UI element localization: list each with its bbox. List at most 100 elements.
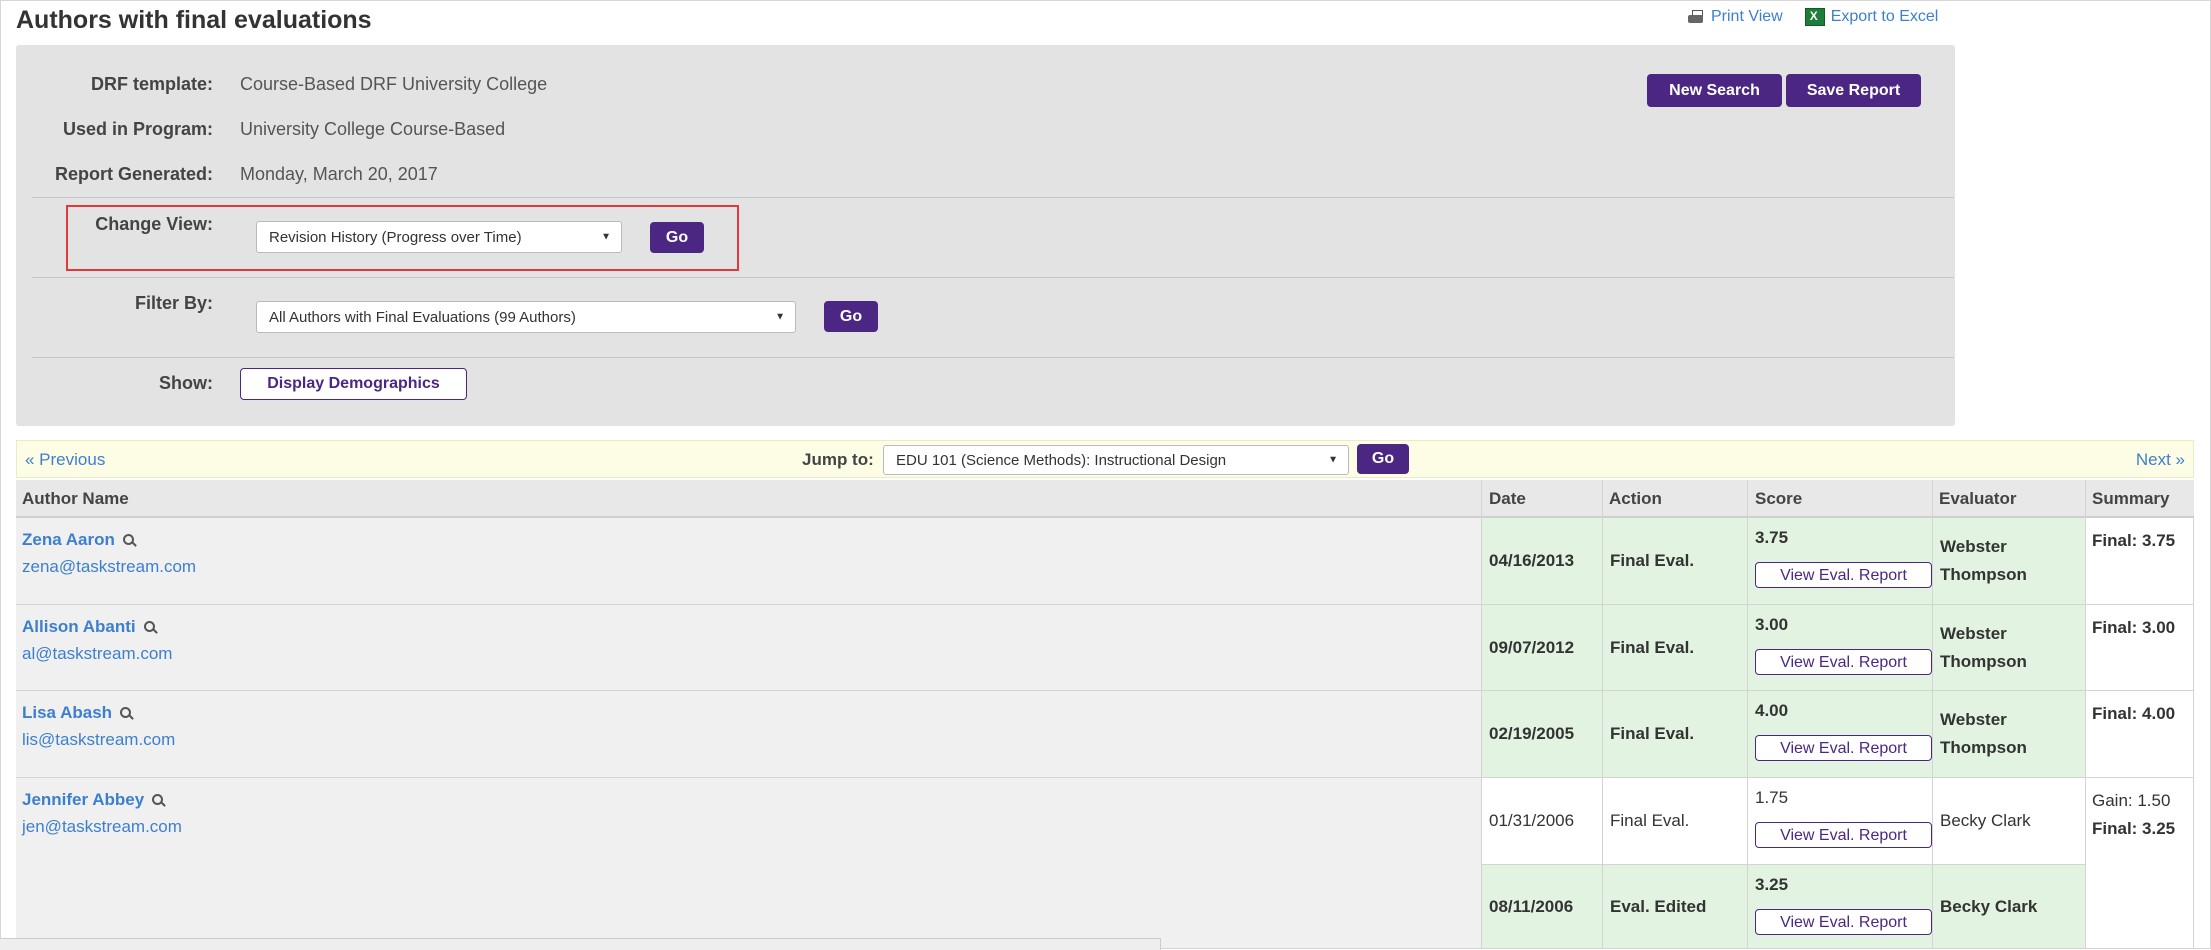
column-divider: [1481, 480, 1482, 518]
filter-by-selected: All Authors with Final Evaluations (99 A…: [269, 308, 576, 326]
drf-template-label: DRF template:: [90, 74, 213, 94]
action-value: Final Eval.: [1610, 724, 1695, 743]
previous-link[interactable]: « Previous: [25, 450, 105, 470]
score-value: 3.75: [1755, 528, 1789, 547]
table-header-row: Author Name Date Action Score Evaluator …: [16, 480, 2194, 518]
action-cell: Final Eval.: [1602, 518, 1747, 605]
author-name: Lisa Abash: [22, 703, 113, 722]
evaluator-cell: Becky Clark: [1932, 865, 2085, 949]
summary-final: Final: 3.75: [2092, 531, 2176, 550]
action-value: Final Eval.: [1610, 811, 1690, 830]
print-view-label: Print View: [1711, 8, 1783, 25]
column-divider: [1602, 480, 1603, 518]
table-row: Lisa Abash lis@taskstream.com: [16, 691, 1481, 778]
author-name: Zena Aaron: [22, 530, 115, 549]
author-email-link[interactable]: lis@taskstream.com: [22, 730, 175, 750]
summary-gain: Gain: 1.50: [2092, 791, 2171, 810]
jump-to-select[interactable]: EDU 101 (Science Methods): Instructional…: [883, 445, 1349, 475]
author-name: Jennifer Abbey: [22, 790, 145, 809]
evaluator-value: Becky Clark: [1940, 811, 2031, 830]
summary-cell: Final: 3.75: [2085, 518, 2194, 605]
column-header-action: Action: [1609, 489, 1662, 508]
evaluator-value: Webster Thompson: [1940, 537, 2027, 584]
score-value: 3.00: [1755, 615, 1789, 634]
magnifier-icon[interactable]: [120, 707, 132, 719]
summary-cell: Final: 4.00: [2085, 691, 2194, 778]
jump-go-button[interactable]: Go: [1357, 444, 1409, 474]
used-in-program-label: Used in Program:: [62, 119, 213, 139]
magnifier-icon[interactable]: [143, 621, 156, 633]
summary-final: Final: 4.00: [2092, 704, 2176, 723]
date-cell: 04/16/2013: [1481, 518, 1602, 605]
column-header-author-name: Author Name: [22, 489, 129, 508]
author-email-link[interactable]: zena@taskstream.com: [22, 557, 196, 577]
action-cell: Eval. Edited: [1602, 865, 1747, 949]
score-cell: 3.25 View Eval. Report: [1747, 865, 1932, 949]
filter-by-select[interactable]: All Authors with Final Evaluations (99 A…: [256, 301, 796, 333]
date-value: 02/19/2005: [1489, 724, 1575, 743]
dropdown-arrow-icon: ▼: [1328, 454, 1338, 466]
date-cell: 08/11/2006: [1481, 865, 1602, 949]
date-cell: 01/31/2006: [1481, 778, 1602, 865]
author-email-link[interactable]: jen@taskstream.com: [22, 817, 182, 837]
author-name-link[interactable]: Zena Aaron: [22, 530, 135, 550]
display-demographics-button[interactable]: Display Demographics: [240, 368, 467, 400]
date-value: 01/31/2006: [1489, 811, 1575, 830]
column-divider: [2085, 480, 2086, 518]
jump-to-selected: EDU 101 (Science Methods): Instructional…: [896, 451, 1227, 469]
date-value: 09/07/2012: [1489, 637, 1575, 657]
column-divider: [1747, 480, 1748, 518]
pagination-bar: « Previous Jump to: EDU 101 (Science Met…: [16, 440, 2194, 478]
table-row: Zena Aaron zena@taskstream.com: [16, 518, 1481, 605]
page-title: Authors with final evaluations: [16, 6, 372, 34]
divider: [32, 357, 1954, 358]
column-header-summary: Summary: [2092, 489, 2170, 508]
print-view-link[interactable]: Print View: [1688, 8, 1783, 26]
magnifier-icon[interactable]: [122, 534, 135, 546]
score-cell: 1.75 View Eval. Report: [1747, 778, 1932, 865]
table-row: Jennifer Abbey jen@taskstream.com: [16, 778, 1481, 949]
save-report-button[interactable]: Save Report: [1786, 74, 1921, 107]
evaluator-cell: Webster Thompson: [1932, 605, 2085, 691]
score-cell: 4.00 View Eval. Report: [1747, 691, 1932, 778]
author-name-link[interactable]: Jennifer Abbey: [22, 790, 164, 810]
next-link[interactable]: Next »: [2136, 450, 2185, 470]
view-eval-report-button[interactable]: View Eval. Report: [1755, 909, 1932, 935]
view-eval-report-button[interactable]: View Eval. Report: [1755, 822, 1932, 848]
summary-cell: Gain: 1.50 Final: 3.25: [2085, 778, 2194, 949]
new-search-button[interactable]: New Search: [1647, 74, 1782, 107]
browser-status-bar: [0, 938, 1161, 950]
summary-block: Gain: 1.50 Final: 3.25: [2092, 787, 2175, 843]
report-generated-label: Report Generated:: [54, 164, 213, 184]
evaluator-value: Webster Thompson: [1940, 710, 2027, 757]
divider: [32, 277, 1954, 278]
action-value: Eval. Edited: [1610, 896, 1707, 916]
action-cell: Final Eval.: [1602, 778, 1747, 865]
view-eval-report-button[interactable]: View Eval. Report: [1755, 562, 1932, 588]
column-divider: [1932, 480, 1933, 518]
excel-icon: [1804, 8, 1825, 26]
score-value: 1.75: [1755, 788, 1789, 807]
view-eval-report-button[interactable]: View Eval. Report: [1755, 649, 1932, 675]
magnifier-icon[interactable]: [152, 794, 164, 806]
filter-go-button[interactable]: Go: [824, 301, 878, 332]
filter-by-label: Filter By:: [134, 293, 213, 313]
evaluator-cell: Webster Thompson: [1932, 691, 2085, 778]
evaluator-value: Becky Clark: [1940, 896, 2038, 916]
author-email-link[interactable]: al@taskstream.com: [22, 644, 172, 664]
evaluator-cell: Becky Clark: [1932, 778, 2085, 865]
export-excel-link[interactable]: Export to Excel: [1804, 8, 1938, 26]
evaluator-cell: Webster Thompson: [1932, 518, 2085, 605]
score-cell: 3.00 View Eval. Report: [1747, 605, 1932, 691]
used-in-program-value: University College Course-Based: [240, 119, 506, 139]
top-links: Print View Export to Excel: [1688, 8, 1938, 26]
author-name-link[interactable]: Allison Abanti: [22, 617, 156, 637]
date-cell: 02/19/2005: [1481, 691, 1602, 778]
author-name-link[interactable]: Lisa Abash: [22, 703, 132, 723]
view-eval-report-button[interactable]: View Eval. Report: [1755, 735, 1932, 761]
jump-to-label: Jump to:: [802, 450, 874, 469]
drf-template-value: Course-Based DRF University College: [240, 74, 548, 94]
printer-icon: [1688, 9, 1705, 25]
action-cell: Final Eval.: [1602, 605, 1747, 691]
action-value: Final Eval.: [1610, 637, 1695, 657]
